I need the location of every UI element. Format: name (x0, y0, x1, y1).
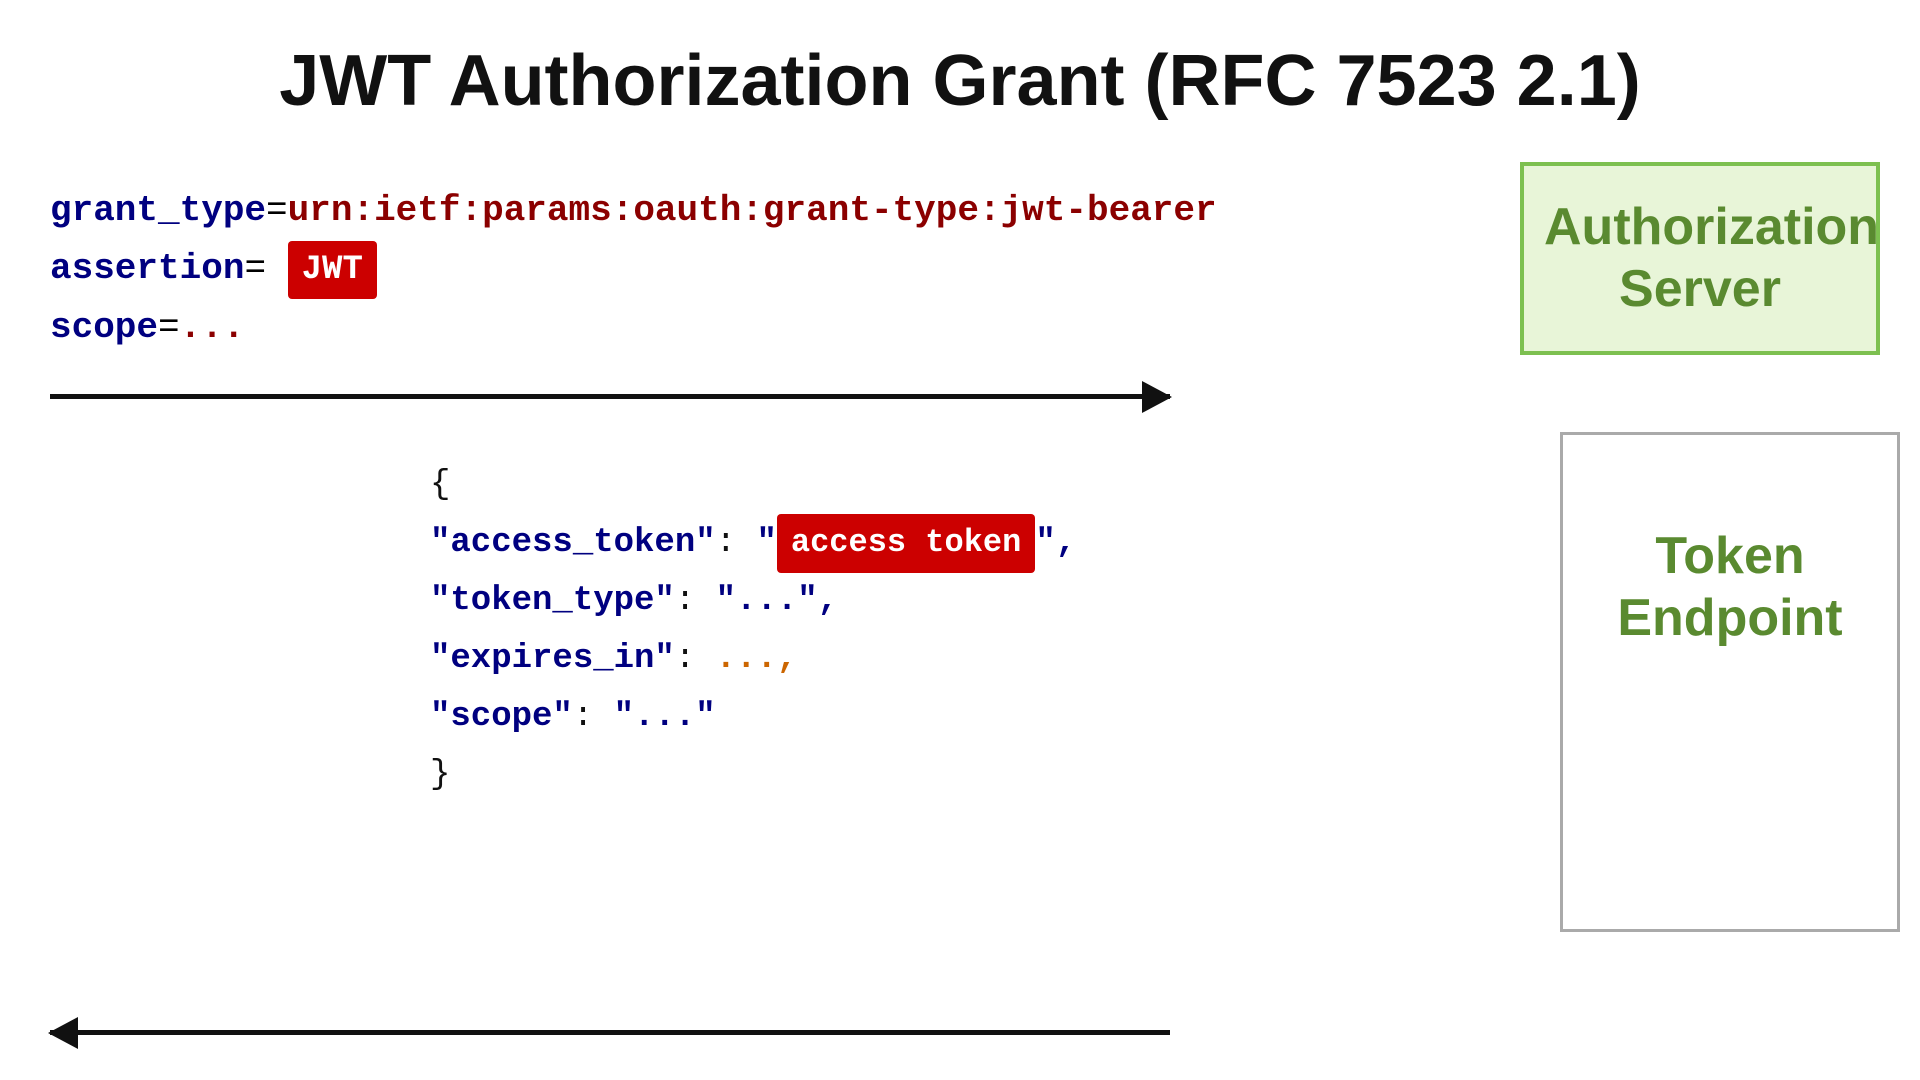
token-type-key: "token_type" (430, 582, 675, 620)
response-arrow (50, 1012, 1170, 1052)
response-scope-key: "scope" (430, 698, 573, 736)
page-title: JWT Authorization Grant (RFC 7523 2.1) (0, 0, 1920, 152)
json-response: { "access_token": "access token", "token… (50, 417, 1510, 805)
json-close-brace: } (430, 747, 1510, 805)
left-section: grant_type=urn:ietf:params:oauth:grant-t… (0, 152, 1510, 1072)
arrow-left-line (50, 1030, 1170, 1035)
response-scope-value: "..." (614, 698, 716, 736)
json-access-token-line: "access_token": "access token", (430, 514, 1510, 573)
auth-server-label: AuthorizationServer (1544, 196, 1856, 321)
scope-line: scope=... (50, 299, 1510, 357)
json-expires-line: "expires_in": ..., (430, 631, 1510, 689)
token-type-value: "...", (716, 582, 838, 620)
access-token-key: "access_token" (430, 524, 716, 562)
grant-type-value: urn:ietf:params:oauth:grant-type:jwt-bea… (288, 190, 1217, 231)
request-params: grant_type=urn:ietf:params:oauth:grant-t… (50, 182, 1510, 357)
scope-key: scope (50, 307, 158, 348)
expires-in-key: "expires_in" (430, 640, 675, 678)
grant-type-line: grant_type=urn:ietf:params:oauth:grant-t… (50, 182, 1510, 240)
request-arrow (50, 377, 1170, 417)
assertion-line: assertion= JWT (50, 240, 1510, 299)
expires-in-value: ..., (716, 640, 798, 678)
token-endpoint-label: TokenEndpoint (1583, 465, 1877, 650)
json-token-type-line: "token_type": "...", (430, 573, 1510, 631)
json-scope-line: "scope": "..." (430, 689, 1510, 747)
auth-server-box: AuthorizationServer (1520, 162, 1880, 355)
token-endpoint-box: TokenEndpoint (1560, 432, 1900, 932)
assertion-key: assertion (50, 248, 244, 289)
access-token-badge: access token (777, 514, 1035, 572)
grant-type-key: grant_type (50, 190, 266, 231)
right-section: AuthorizationServer TokenEndpoint (1510, 152, 1890, 1072)
scope-value: ... (180, 307, 245, 348)
jwt-badge: JWT (288, 241, 377, 299)
json-open-brace: { (430, 457, 1510, 515)
arrow-right-line (50, 394, 1170, 399)
